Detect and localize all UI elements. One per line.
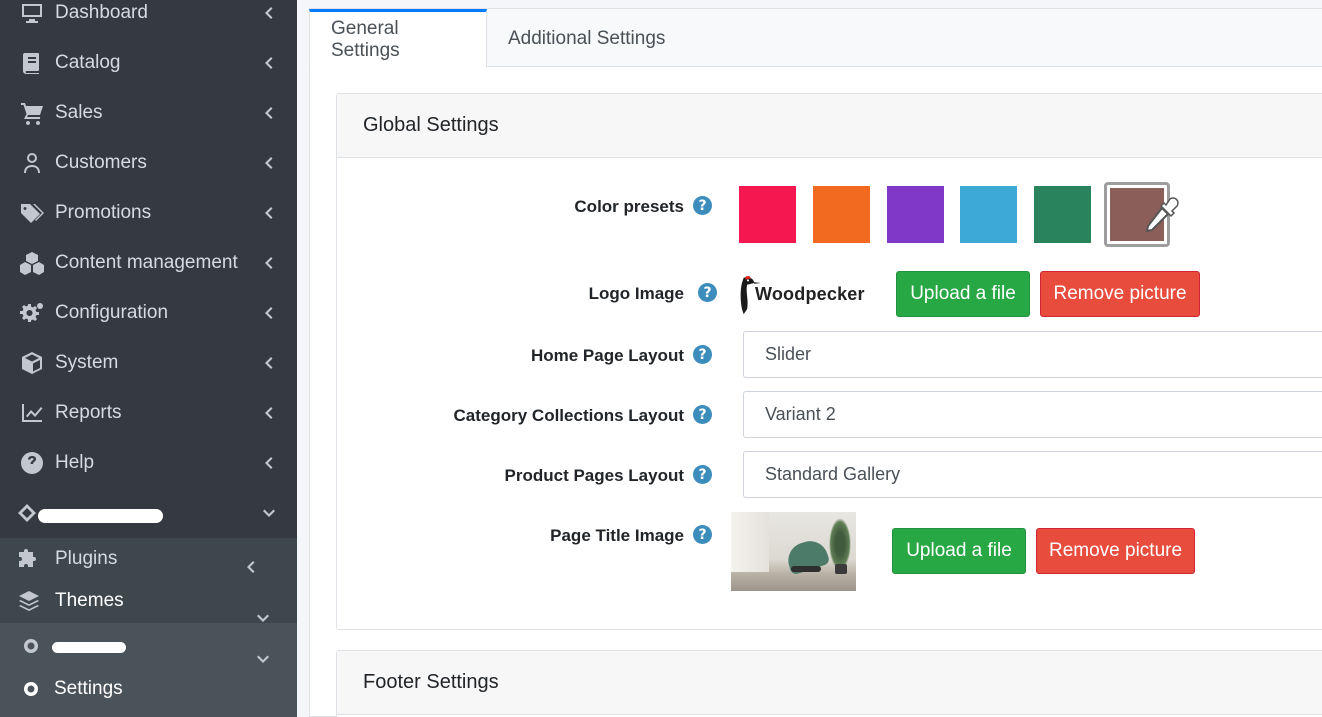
sidebar-item-label: Customers: [55, 152, 147, 173]
sidebar-item-dashboard[interactable]: Dashboard: [0, 0, 297, 38]
panel-title[interactable]: Global Settings: [337, 94, 1322, 158]
question-circle-icon: [19, 450, 45, 476]
product-layout-select[interactable]: Standard Gallery: [743, 451, 1322, 498]
sidebar-item-label: System: [55, 352, 119, 373]
chevron-left-icon: [243, 560, 257, 574]
sidebar-item-plugins[interactable]: Plugins: [0, 535, 297, 583]
circle-icon: [18, 676, 44, 702]
sidebar: Dashboard Catalog Sales Customers Promot…: [0, 0, 297, 717]
sidebar-item-label: Settings: [54, 677, 123, 699]
sidebar-item-themes[interactable]: Themes: [0, 577, 297, 625]
panel-title[interactable]: Footer Settings: [337, 651, 1322, 715]
diamond-layers-icon: [14, 501, 40, 527]
chevron-down-icon: [256, 653, 270, 667]
sidebar-item-system[interactable]: System: [0, 338, 297, 388]
cubes-icon: [19, 250, 45, 276]
chevron-left-icon: [261, 6, 275, 20]
sidebar-item-configuration[interactable]: Configuration: [0, 288, 297, 338]
category-layout-select[interactable]: Variant 2: [743, 391, 1322, 438]
sidebar-item-label: Catalog: [55, 52, 121, 73]
sidebar-item-reports[interactable]: Reports: [0, 388, 297, 438]
sidebar-item-content-management[interactable]: Content management: [0, 238, 297, 288]
user-icon: [19, 150, 45, 176]
sidebar-item-label: Dashboard: [55, 2, 148, 23]
redacted-label: [38, 509, 163, 523]
chevron-left-icon: [261, 306, 275, 320]
monitor-icon: [19, 0, 45, 26]
page-title-image-label: Page Title Image: [550, 526, 684, 545]
chevron-down-icon: [262, 507, 276, 521]
chart-line-icon: [19, 400, 45, 426]
chevron-left-icon: [261, 356, 275, 370]
sidebar-item-label: Promotions: [55, 202, 152, 223]
help-icon[interactable]: ?: [698, 283, 717, 302]
settings-card: General Settings Additional Settings Glo…: [309, 8, 1322, 717]
footer-settings-panel: Footer Settings: [336, 650, 1322, 717]
sidebar-item-label: Help: [55, 452, 95, 473]
sidebar-item-redacted-group[interactable]: [0, 489, 297, 539]
chevron-left-icon: [261, 56, 275, 70]
remove-title-image-button[interactable]: Remove picture: [1036, 528, 1195, 574]
color-swatch[interactable]: [739, 186, 796, 243]
sidebar-item-catalog[interactable]: Catalog: [0, 38, 297, 88]
chevron-left-icon: [261, 206, 275, 220]
sidebar-item-redacted-theme[interactable]: [0, 623, 297, 668]
main-content: General Settings Additional Settings Glo…: [297, 0, 1322, 717]
category-layout-label: Category Collections Layout: [453, 406, 684, 425]
home-page-layout-label: Home Page Layout: [530, 346, 684, 365]
sidebar-item-promotions[interactable]: Promotions: [0, 188, 297, 238]
product-layout-label: Product Pages Layout: [504, 466, 684, 485]
sidebar-item-sales[interactable]: Sales: [0, 88, 297, 138]
book-icon: [19, 50, 45, 76]
cart-icon: [19, 100, 45, 126]
logo-preview: Woodpecker: [735, 271, 865, 321]
cube-icon: [19, 350, 45, 376]
help-icon[interactable]: ?: [693, 465, 712, 484]
upload-logo-button[interactable]: Upload a file: [896, 271, 1030, 317]
gears-icon: [19, 300, 45, 326]
tab-bar: General Settings Additional Settings: [309, 9, 1322, 68]
logo-image-label: Logo Image: [588, 284, 684, 303]
color-swatch[interactable]: [960, 186, 1017, 243]
help-icon[interactable]: ?: [693, 345, 712, 364]
sidebar-item-label: Themes: [55, 590, 124, 611]
chevron-left-icon: [261, 256, 275, 270]
help-icon[interactable]: ?: [693, 196, 712, 215]
sidebar-item-help[interactable]: Help: [0, 438, 297, 488]
logo-text: Woodpecker: [755, 284, 865, 304]
remove-logo-button[interactable]: Remove picture: [1040, 271, 1200, 317]
chevron-left-icon: [261, 156, 275, 170]
sidebar-item-label: Content management: [55, 252, 238, 273]
sidebar-item-settings[interactable]: Settings: [0, 666, 297, 711]
color-swatch[interactable]: [887, 186, 944, 243]
sidebar-item-label: Configuration: [55, 302, 169, 323]
chevron-left-icon: [261, 406, 275, 420]
help-icon[interactable]: ?: [693, 525, 712, 544]
sidebar-item-label: Reports: [55, 402, 122, 423]
color-swatch[interactable]: [813, 186, 870, 243]
chevron-left-icon: [261, 456, 275, 470]
circle-icon: [18, 633, 44, 659]
layers-icon: [16, 588, 42, 614]
tab-general-settings[interactable]: General Settings: [309, 9, 487, 68]
upload-title-image-button[interactable]: Upload a file: [892, 528, 1026, 574]
sidebar-item-label: Plugins: [55, 548, 118, 569]
color-swatch[interactable]: [1034, 186, 1091, 243]
help-icon[interactable]: ?: [693, 405, 712, 424]
chevron-left-icon: [261, 106, 275, 120]
color-presets-label: Color presets: [574, 197, 684, 216]
tags-icon: [19, 200, 45, 226]
eyedropper-icon: [1140, 195, 1180, 235]
sidebar-item-label: Sales: [55, 102, 103, 123]
tab-additional-settings[interactable]: Additional Settings: [487, 9, 686, 68]
page-title-image-preview: [731, 512, 856, 591]
puzzle-icon: [16, 546, 42, 572]
home-page-layout-select[interactable]: Slider: [743, 331, 1322, 378]
redacted-label: [52, 642, 126, 653]
sidebar-item-customers[interactable]: Customers: [0, 138, 297, 188]
